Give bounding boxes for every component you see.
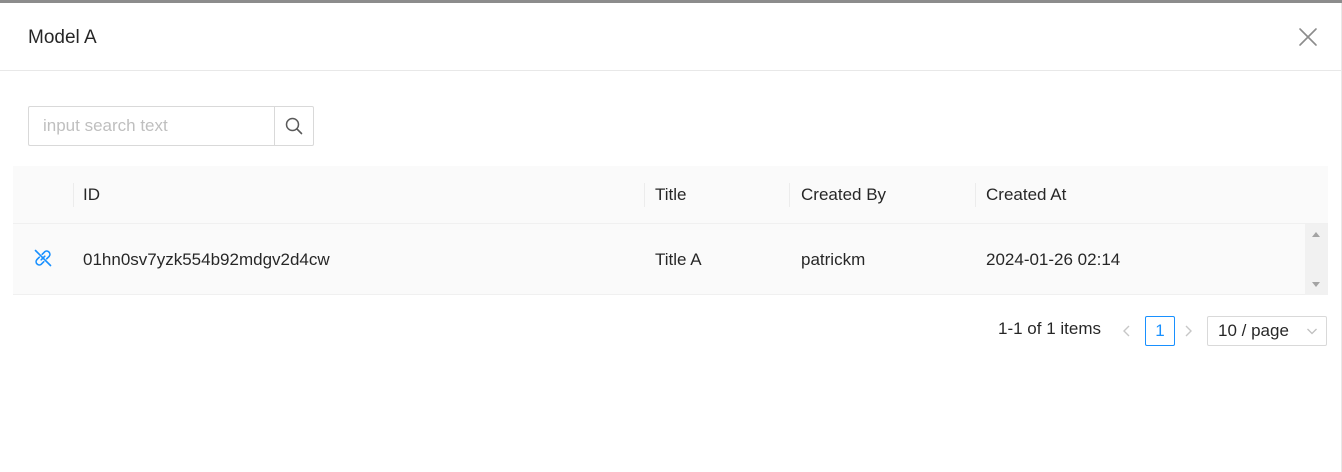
table-header: ID Title Created By Created At [13,166,1328,224]
table-scrollbar[interactable] [1305,224,1328,295]
chevron-left-icon [1123,325,1130,337]
column-divider [789,183,790,207]
modal-header: Model A [0,3,1341,71]
scroll-thumb[interactable] [1309,246,1323,274]
unlink-icon [34,249,52,267]
unlink-button[interactable] [33,248,53,268]
page-1-button[interactable]: 1 [1145,316,1175,346]
pagination-total: 1-1 of 1 items [998,319,1101,338]
table-row[interactable]: 01hn0sv7yzk554b92mdgv2d4cw Title A patri… [13,224,1328,295]
modal-title: Model A [28,27,97,48]
pagination: 1-1 of 1 items 1 10 / page [0,316,1342,346]
close-icon [1299,28,1317,46]
cell-created-at: 2024-01-26 02:14 [986,250,1121,269]
cell-created-by: patrickm [801,250,866,269]
search-icon [285,117,303,135]
column-header-created-by: Created By [801,185,887,204]
search-button[interactable] [274,106,314,146]
page-size-select[interactable]: 10 / page [1207,316,1327,346]
next-page-button[interactable] [1181,320,1199,342]
cell-title: Title A [655,250,702,269]
prev-page-button[interactable] [1120,320,1138,342]
column-divider [73,183,74,207]
column-header-created-at: Created At [986,185,1067,204]
cell-id: 01hn0sv7yzk554b92mdgv2d4cw [83,250,330,269]
chevron-down-icon [1307,328,1317,335]
scroll-up-arrow-icon[interactable] [1312,232,1320,237]
column-header-id: ID [83,185,100,204]
modal-dialog: Model A ID Title Created By Created At [0,3,1342,472]
column-divider [975,183,976,207]
column-divider [644,183,645,207]
close-button[interactable] [1297,26,1319,48]
scroll-down-arrow-icon[interactable] [1312,282,1320,287]
page-size-value: 10 / page [1218,321,1289,340]
search-bar [28,106,314,146]
column-header-title: Title [655,185,687,204]
chevron-right-icon [1185,325,1192,337]
search-input[interactable] [28,106,275,146]
